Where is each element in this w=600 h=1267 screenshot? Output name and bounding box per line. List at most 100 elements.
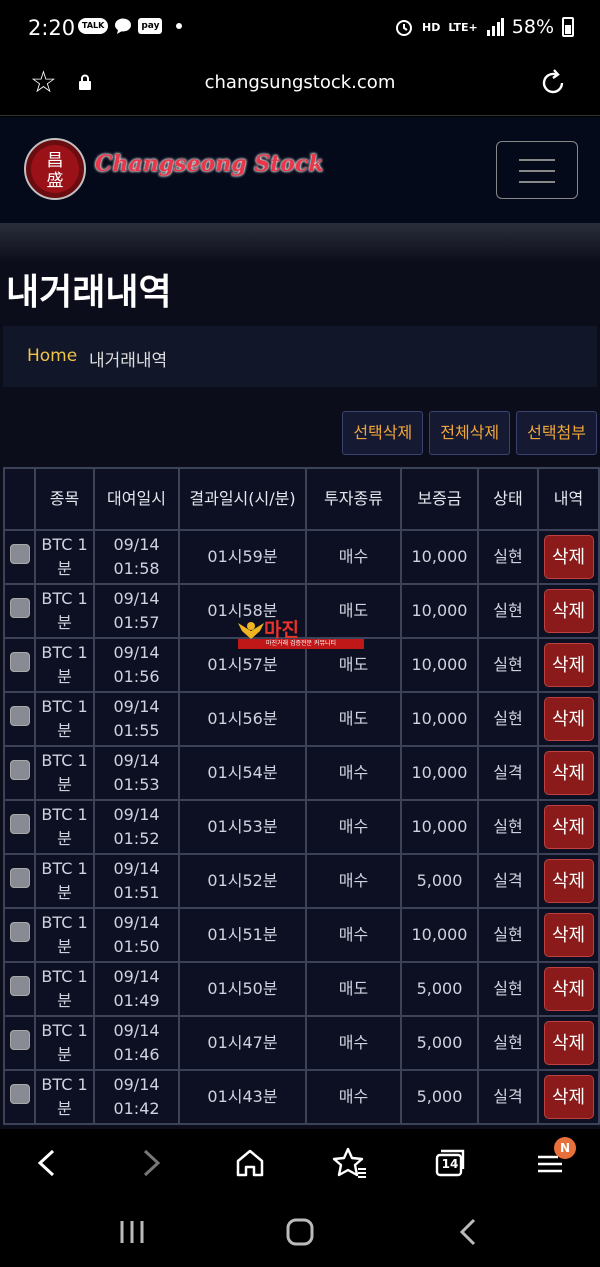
row-rent-date: 09/14: [113, 805, 160, 824]
reload-icon[interactable]: [538, 68, 568, 98]
row-checkbox[interactable]: [9, 705, 30, 726]
delete-row-button[interactable]: 삭제: [543, 1021, 594, 1065]
row-rent-time: 09/14 01:50: [93, 907, 180, 963]
attach-selected-button[interactable]: 선택첨부: [516, 411, 597, 455]
site-header: 昌 盛 Changseong Stock: [0, 117, 600, 223]
row-margin: 10,000: [400, 691, 479, 747]
battery-icon: [562, 17, 574, 37]
table-row: BTC 1분 09/14 01:51 01시52분 매수 5,000 실격 삭제: [3, 853, 600, 909]
header-shadow: [0, 223, 600, 263]
row-checkbox[interactable]: [9, 543, 30, 564]
header-symbol: 종목: [34, 467, 95, 531]
row-rent-clock: 01:49: [113, 991, 160, 1010]
row-rent-date: 09/14: [113, 697, 160, 716]
row-margin: 10,000: [400, 637, 479, 693]
header-select: [3, 467, 36, 531]
row-checkbox[interactable]: [9, 651, 30, 672]
row-select-cell: [3, 853, 36, 909]
row-result-time: 01시47분: [178, 1015, 307, 1071]
row-type: 매수: [305, 799, 402, 855]
url-address[interactable]: changsungstock.com: [0, 72, 600, 93]
logo-emblem[interactable]: 昌 盛: [22, 138, 88, 200]
notification-badge: N: [554, 1137, 576, 1159]
delete-row-button[interactable]: 삭제: [543, 859, 594, 903]
delete-row-button[interactable]: 삭제: [543, 967, 594, 1011]
recent-apps-icon[interactable]: [112, 1215, 152, 1249]
watermark-logo: 마진 마진거래 검증전문 커뮤니티: [236, 617, 364, 651]
delete-all-button[interactable]: 전체삭제: [429, 411, 511, 455]
row-checkbox[interactable]: [9, 759, 30, 780]
back-icon[interactable]: [28, 1143, 68, 1183]
row-rent-date: 09/14: [113, 589, 160, 608]
hamburger-line: [519, 159, 555, 161]
row-checkbox[interactable]: [9, 813, 30, 834]
tabs-button[interactable]: 14: [430, 1143, 470, 1183]
row-checkbox[interactable]: [9, 975, 30, 996]
bookmarks-icon[interactable]: [330, 1143, 370, 1183]
table-row: BTC 1분 09/14 01:55 01시56분 매도 10,000 실현 삭제: [3, 691, 600, 747]
system-back-icon[interactable]: [450, 1215, 490, 1249]
row-detail: 삭제: [537, 799, 600, 855]
row-checkbox[interactable]: [9, 1083, 30, 1104]
row-select-cell: [3, 691, 36, 747]
table-row: BTC 1분 09/14 01:42 01시43분 매수 5,000 실격 삭제: [3, 1069, 600, 1125]
menu-toggle-button[interactable]: [496, 141, 578, 199]
row-rent-clock: 01:58: [113, 559, 160, 578]
row-symbol: BTC 1분: [34, 961, 95, 1017]
row-symbol: BTC 1분: [34, 907, 95, 963]
row-checkbox[interactable]: [9, 867, 30, 888]
delete-row-button[interactable]: 삭제: [543, 913, 594, 957]
row-select-cell: [3, 745, 36, 801]
row-result-time: 01시53분: [178, 799, 307, 855]
row-detail: 삭제: [537, 745, 600, 801]
row-status: 실현: [477, 637, 539, 693]
status-bar: 2:20 TALK pay HD LTE+ 58%: [0, 0, 600, 58]
row-detail: 삭제: [537, 1069, 600, 1125]
row-checkbox[interactable]: [9, 921, 30, 942]
row-rent-time: 09/14 01:56: [93, 637, 180, 693]
row-type: 매도: [305, 961, 402, 1017]
row-checkbox[interactable]: [9, 597, 30, 618]
site-brand[interactable]: Changseong Stock: [95, 151, 324, 177]
delete-row-button[interactable]: 삭제: [543, 535, 594, 579]
table-actions: 선택삭제 전체삭제 선택첨부: [342, 411, 597, 455]
home-icon[interactable]: [230, 1143, 270, 1183]
row-result-time: 01시52분: [178, 853, 307, 909]
row-detail: 삭제: [537, 637, 600, 693]
row-rent-date: 09/14: [113, 1075, 160, 1094]
notification-icons: TALK pay: [78, 18, 183, 34]
row-symbol: BTC 1분: [34, 583, 95, 639]
breadcrumb-home-link[interactable]: Home: [27, 346, 77, 366]
delete-row-button[interactable]: 삭제: [543, 1075, 594, 1119]
row-margin: 10,000: [400, 907, 479, 963]
row-select-cell: [3, 799, 36, 855]
delete-row-button[interactable]: 삭제: [543, 697, 594, 741]
row-symbol: BTC 1분: [34, 529, 95, 585]
tabs-count: 14: [441, 1157, 459, 1171]
delete-row-button[interactable]: 삭제: [543, 751, 594, 795]
header-result-time: 결과일시(시/분): [178, 467, 307, 531]
row-rent-time: 09/14 01:58: [93, 529, 180, 585]
row-result-time: 01시56분: [178, 691, 307, 747]
row-rent-clock: 01:50: [113, 937, 160, 956]
row-select-cell: [3, 1015, 36, 1071]
menu-button[interactable]: N: [530, 1137, 576, 1183]
row-symbol: BTC 1분: [34, 637, 95, 693]
delete-row-button[interactable]: 삭제: [543, 805, 594, 849]
row-margin: 5,000: [400, 961, 479, 1017]
delete-selected-button[interactable]: 선택삭제: [342, 411, 424, 455]
forward-icon[interactable]: [130, 1143, 170, 1183]
delete-row-button[interactable]: 삭제: [543, 643, 594, 687]
row-checkbox[interactable]: [9, 1029, 30, 1050]
main-content: 내거래내역 Home 내거래내역 선택삭제 전체삭제 선택첨부 종목 대여일시 …: [0, 263, 600, 1129]
row-rent-date: 09/14: [113, 535, 160, 554]
row-margin: 5,000: [400, 1015, 479, 1071]
row-rent-time: 09/14 01:55: [93, 691, 180, 747]
pay-icon: pay: [138, 18, 163, 34]
row-symbol: BTC 1분: [34, 745, 95, 801]
row-type: 매수: [305, 1069, 402, 1125]
system-home-icon[interactable]: [280, 1215, 320, 1249]
row-status: 실현: [477, 583, 539, 639]
delete-row-button[interactable]: 삭제: [543, 589, 594, 633]
row-rent-clock: 01:57: [113, 613, 160, 632]
